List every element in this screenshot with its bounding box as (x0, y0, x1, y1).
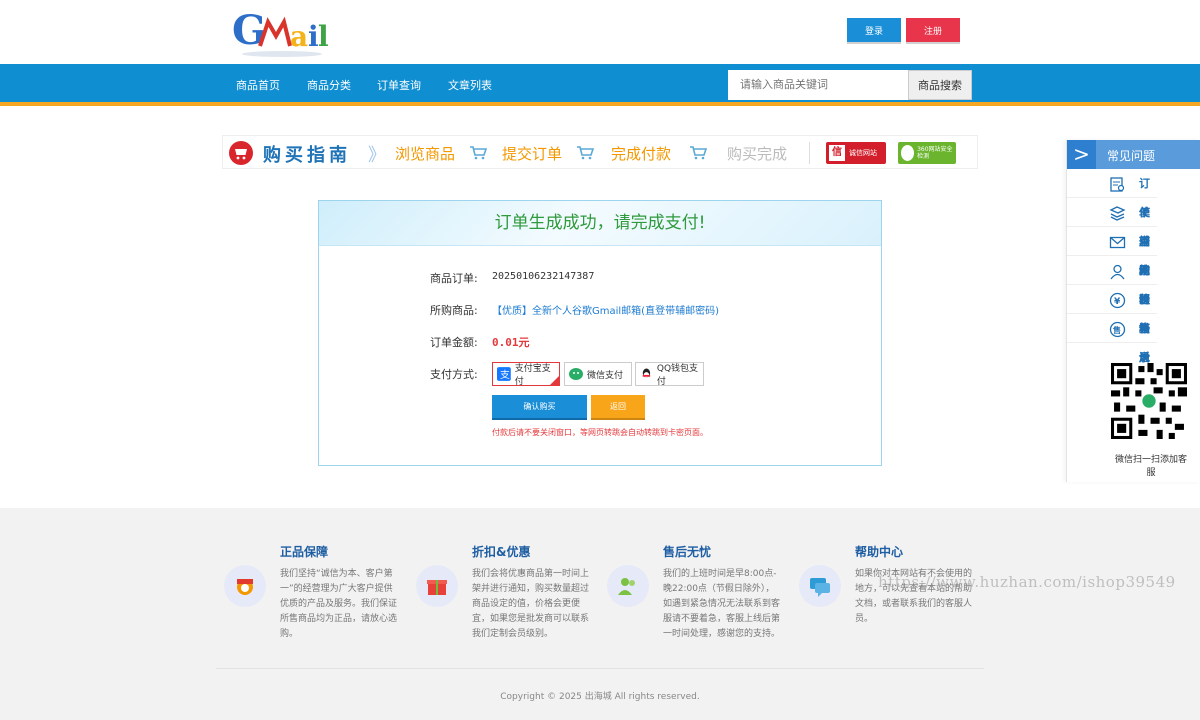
copyright: Copyright © 2025 出海城 All rights reserved… (500, 692, 700, 702)
confirm-purchase-button[interactable]: 确认购买 (492, 395, 587, 418)
help-chat-icon (799, 565, 841, 607)
wechat-icon (569, 368, 583, 380)
faq-title: 常见问题 (1107, 149, 1156, 163)
faq-sidebar: > 常见问题 订单查询 使用教程 辅助邮箱 无法登录 ¥ 价格说明 售 售后条款 (1066, 140, 1200, 482)
faq-item-tutorial[interactable]: 使用教程 (1067, 198, 1157, 306)
security-badge-label: 360网站安全检测 (917, 146, 953, 160)
pay-option-qq[interactable]: QQ钱包支付 (635, 362, 704, 387)
small-cart-icon (470, 146, 487, 160)
nav-item-categories[interactable]: 商品分类 (307, 77, 351, 93)
support-people-icon (607, 565, 649, 607)
footer: 正品保障 我们坚持“诚信为本、客户第一”的经营理为广大客户提供优质的产品及服务。… (0, 508, 1200, 720)
mail-icon (1109, 233, 1126, 250)
payment-warning: 付款后请不要关闭窗口，等网页转跳会自动转跳到卡密页面。 (492, 428, 708, 437)
svg-text:支: 支 (500, 369, 510, 381)
faq-header: > 常见问题 (1067, 140, 1200, 169)
small-cart-icon (577, 146, 594, 160)
shield-icon (901, 145, 915, 161)
svg-text:售: 售 (1112, 325, 1121, 335)
trust-badge[interactable]: 信 诚信网站 (826, 142, 886, 164)
order-success-heading: 订单生成成功，请完成支付! (319, 201, 881, 246)
feature-text: 我们会将优惠商品第一时间上架并进行通知，购买数量超过商品设定的值，价格会更便宜，… (472, 569, 590, 639)
feature-title: 帮助中心 (855, 545, 904, 559)
feature-text: 我们坚持“诚信为本、客户第一”的经营理为广大客户提供优质的产品及服务。我们保证所… (280, 569, 398, 639)
order-no-value: 20250106232147387 (492, 271, 595, 282)
nav-item-home[interactable]: 商品首页 (236, 77, 280, 93)
pay-option-wechat[interactable]: 微信支付 (564, 362, 632, 386)
genuine-badge-icon (224, 565, 266, 607)
order-panel: 订单生成成功，请完成支付! 商品订单: 20250106232147387 所购… (318, 200, 882, 466)
search-input[interactable] (728, 70, 908, 100)
pay-option-label: 微信支付 (587, 370, 624, 381)
gmail-logo[interactable]: G a i l (232, 6, 332, 60)
header: G a i l 登录 注册 (0, 0, 1200, 64)
yen-icon: ¥ (1109, 291, 1126, 309)
svg-text:l: l (318, 20, 329, 53)
selected-check-icon (550, 376, 559, 385)
qr-code (1111, 363, 1187, 439)
guide-step-browse: 浏览商品 (395, 145, 456, 163)
aftersale-icon: 售 (1109, 320, 1126, 338)
order-search-icon (1109, 175, 1126, 192)
tutorial-icon (1109, 204, 1126, 221)
alipay-icon: 支 (497, 367, 511, 381)
register-button[interactable]: 注册 (906, 18, 960, 42)
gift-icon (416, 565, 458, 607)
amount-label: 订单金额: (430, 336, 478, 349)
credit-icon: 信 (829, 145, 845, 161)
pay-option-alipay[interactable]: 支 支付宝支付 (492, 362, 560, 387)
search-button[interactable]: 商品搜索 (908, 70, 972, 100)
faq-item-price[interactable]: ¥ 价格说明 (1067, 285, 1157, 393)
guide-step-pay: 完成付款 (611, 145, 672, 163)
trust-badge-label: 诚信网站 (849, 149, 877, 157)
double-chevron-icon: 》 (368, 145, 386, 166)
qq-penguin-icon (642, 368, 651, 378)
small-cart-icon (690, 146, 707, 160)
guide-title: 购买指南 (263, 145, 351, 166)
qr-caption: 微信扫一扫添加客服 (1114, 455, 1187, 478)
svg-text:a: a (290, 20, 308, 53)
order-no-label: 商品订单: (430, 272, 478, 285)
guide-step-complete: 购买完成 (727, 145, 788, 163)
nav-item-order-query[interactable]: 订单查询 (377, 77, 421, 93)
svg-text:¥: ¥ (1114, 297, 1121, 307)
guide-step-submit: 提交订单 (502, 145, 563, 163)
feature-title: 售后无忧 (663, 545, 712, 559)
purchase-guide: 购买指南 》 浏览商品 提交订单 完成付款 购买完成 信 诚信网站 360网站安… (222, 135, 978, 169)
feature-title: 折扣&优惠 (472, 545, 531, 559)
login-button[interactable]: 登录 (847, 18, 901, 42)
pay-method-label: 支付方式: (430, 368, 478, 381)
divider (216, 668, 984, 669)
faq-item-order-query[interactable]: 订单查询 (1067, 169, 1157, 277)
chevron-right-icon[interactable]: > (1067, 140, 1096, 169)
faq-item-aftersale[interactable]: 售 售后条款 (1067, 314, 1157, 422)
main-nav: 商品首页 商品分类 订单查询 文章列表 (0, 64, 1200, 106)
user-icon (1109, 262, 1126, 280)
cart-icon (229, 141, 253, 165)
pay-option-label: QQ钱包支付 (656, 364, 699, 387)
divider (809, 142, 810, 164)
nav-item-articles[interactable]: 文章列表 (448, 77, 492, 93)
faq-item-login[interactable]: 无法登录 (1067, 256, 1157, 364)
svg-text:G: G (232, 7, 266, 54)
back-button[interactable]: 返回 (591, 395, 645, 418)
security-badge[interactable]: 360网站安全检测 (898, 142, 956, 164)
amount-value: 0.01元 (492, 336, 530, 349)
watermark: https://www.huzhan.com/ishop39549 (878, 573, 1176, 591)
faq-item-mail[interactable]: 辅助邮箱 (1067, 227, 1157, 335)
feature-text: 我们的上班时间是早8:00点-晚22:00点（节假日除外），如遇到紧急情况无法联… (663, 569, 781, 639)
product-label: 所购商品: (430, 304, 478, 317)
product-link[interactable]: 【优质】全新个人谷歌Gmail邮箱(直登带辅邮密码) (492, 302, 719, 317)
feature-title: 正品保障 (280, 545, 329, 559)
